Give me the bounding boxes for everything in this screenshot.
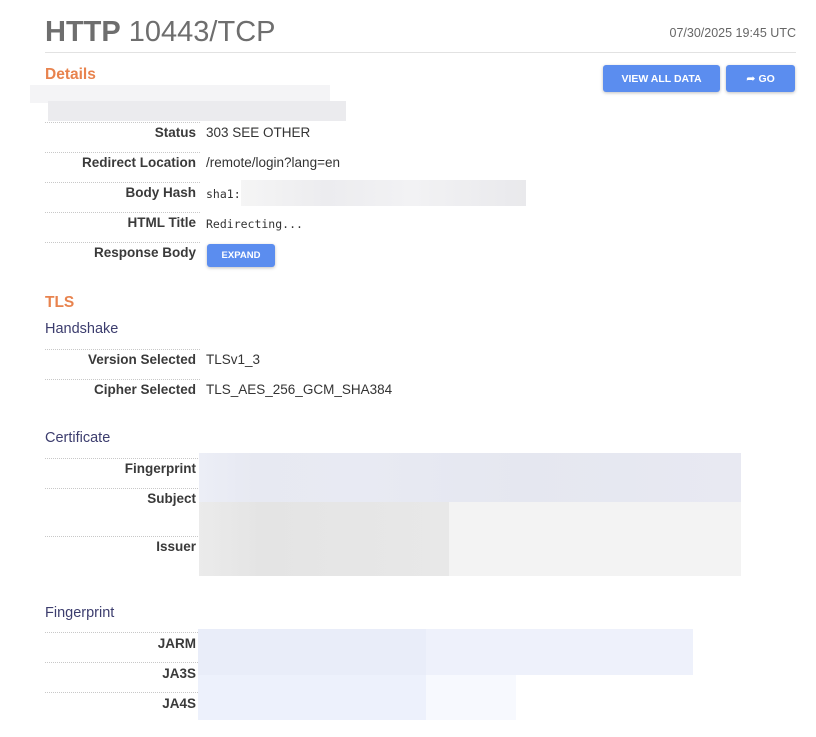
row-divider	[45, 488, 200, 489]
row-divider	[45, 182, 200, 183]
handshake-heading: Handshake	[45, 321, 119, 337]
redacted-block	[426, 675, 516, 720]
fingerprint-heading: Fingerprint	[45, 605, 115, 621]
body-hash-value: sha1:	[206, 187, 241, 201]
expand-button[interactable]: EXPAND	[207, 244, 275, 267]
html-title-label: HTML Title	[127, 215, 196, 230]
page-title: HTTP 10443/TCP	[45, 14, 275, 50]
page-header: HTTP 10443/TCP 07/30/2025 19:45 UTC	[45, 12, 796, 53]
row-divider	[45, 212, 200, 213]
status-value: 303 SEE OTHER	[206, 125, 311, 140]
redacted-block	[198, 629, 426, 675]
certificate-fingerprint-label: Fingerprint	[124, 461, 196, 476]
cipher-selected-label: Cipher Selected	[93, 382, 196, 397]
redacted-block	[199, 502, 449, 576]
redacted-block	[48, 101, 346, 121]
tls-heading: TLS	[45, 294, 75, 311]
redirect-location-value: /remote/login?lang=en	[206, 155, 340, 170]
certificate-subject-label: Subject	[147, 491, 196, 506]
version-selected-label: Version Selected	[87, 352, 196, 367]
view-all-data-button[interactable]: VIEW ALL DATA	[603, 65, 720, 92]
status-label: Status	[154, 125, 196, 140]
row-divider	[45, 692, 200, 693]
row-divider	[45, 536, 200, 537]
redacted-block	[426, 629, 693, 675]
share-arrow-icon: ➦	[746, 73, 756, 85]
row-divider	[45, 632, 200, 633]
scan-timestamp: 07/30/2025 19:45 UTC	[669, 26, 796, 40]
go-button[interactable]: ➦ GO	[726, 65, 795, 92]
redacted-block	[199, 453, 741, 503]
version-selected-value: TLSv1_3	[206, 352, 261, 367]
jarm-label: JARM	[157, 636, 196, 651]
details-heading: Details	[45, 66, 96, 83]
redacted-block	[198, 675, 426, 720]
body-hash-label: Body Hash	[125, 185, 196, 200]
row-divider	[45, 349, 200, 350]
row-divider	[45, 458, 200, 459]
redacted-block	[449, 502, 741, 576]
row-divider	[45, 122, 200, 123]
ja3s-label: JA3S	[162, 666, 196, 681]
response-body-label: Response Body	[93, 245, 196, 260]
go-button-label: GO	[758, 72, 775, 85]
port-transport: 10443/TCP	[128, 16, 276, 48]
cipher-selected-value: TLS_AES_256_GCM_SHA384	[206, 382, 393, 397]
row-divider	[45, 662, 200, 663]
row-divider	[45, 242, 200, 243]
html-title-value: Redirecting...	[206, 217, 303, 231]
certificate-heading: Certificate	[45, 430, 111, 446]
row-divider	[45, 379, 200, 380]
redirect-location-label: Redirect Location	[81, 155, 196, 170]
ja4s-label: JA4S	[162, 696, 196, 711]
protocol-name: HTTP	[45, 16, 121, 48]
row-divider	[45, 152, 200, 153]
redacted-block	[241, 180, 526, 206]
certificate-issuer-label: Issuer	[156, 539, 196, 554]
